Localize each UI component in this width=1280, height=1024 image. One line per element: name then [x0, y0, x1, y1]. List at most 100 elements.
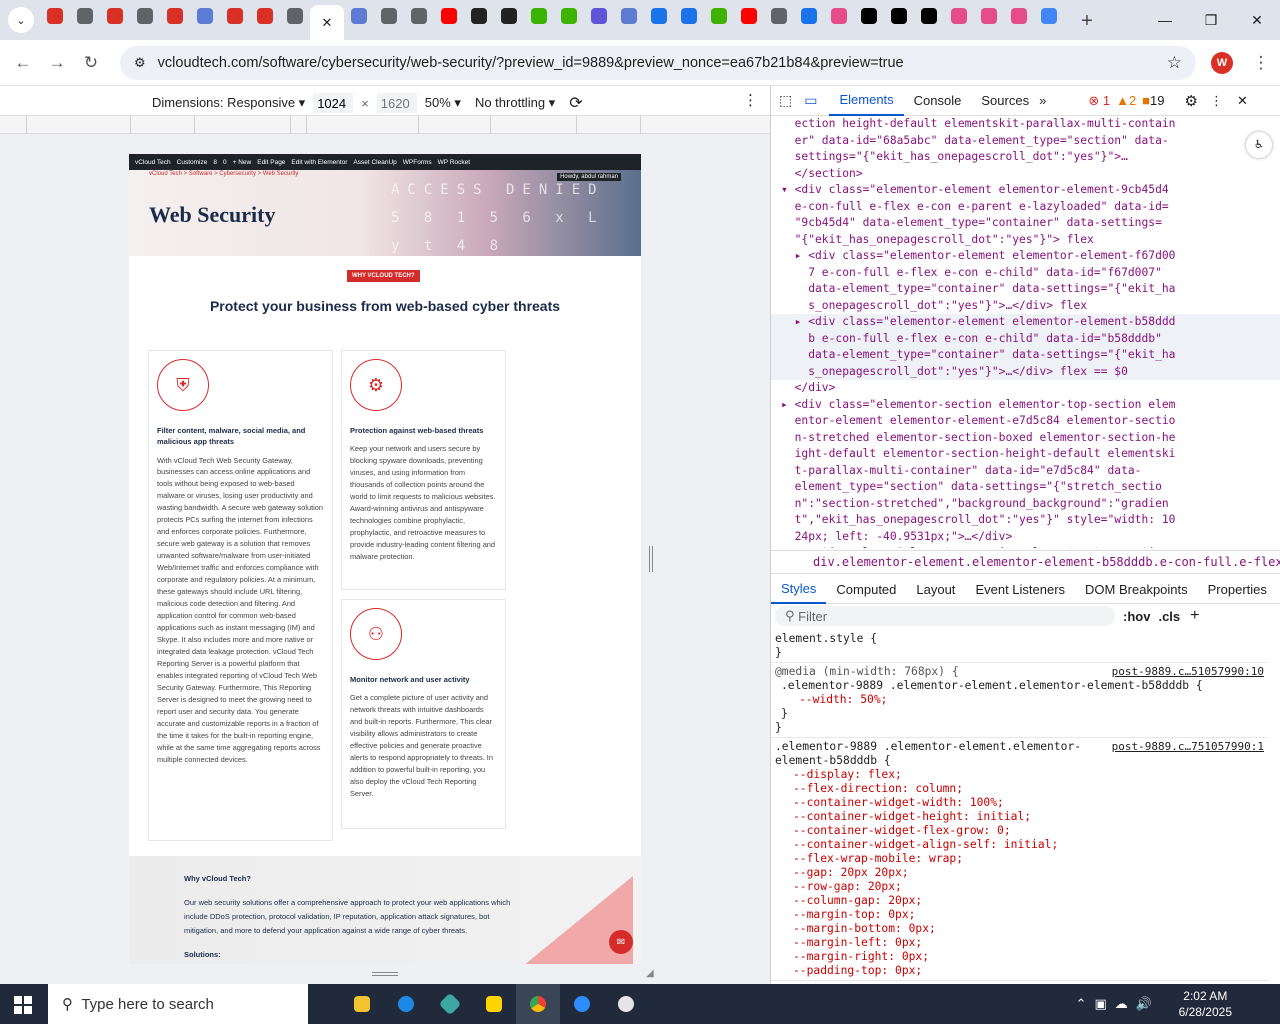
- css-property[interactable]: --container-widget-align-self: initial;: [775, 838, 1264, 852]
- css-property[interactable]: --flex-direction: column;: [775, 782, 1264, 796]
- app-icon[interactable]: [428, 984, 472, 1024]
- wp-bar-item[interactable]: vCloud Tech: [135, 159, 171, 166]
- wp-bar-item[interactable]: 8: [213, 159, 217, 166]
- page-preview[interactable]: vCloud Tech Customize 8 0 + New Edit Page Edit…: [129, 154, 641, 964]
- settings-gear-icon[interactable]: ⚙: [1185, 92, 1198, 110]
- dom-node-line[interactable]: 7 e-con-full e-flex e-con e-child" data-…: [771, 265, 1280, 282]
- device-more-icon[interactable]: ⋮: [743, 91, 758, 109]
- browser-tab[interactable]: [220, 1, 250, 31]
- css-property[interactable]: --flex-wrap-mobile: wrap;: [775, 852, 1264, 866]
- browser-tab[interactable]: [794, 1, 824, 31]
- tab-console[interactable]: Console: [904, 86, 972, 116]
- taskbar-search[interactable]: ⚲ Type here to search: [48, 984, 308, 1024]
- howdy-user[interactable]: Howdy, abdul rahman: [557, 173, 621, 181]
- browser-tab[interactable]: [614, 1, 644, 31]
- wp-bar-item[interactable]: Edit Page: [257, 159, 285, 166]
- css-property[interactable]: --padding-top: 0px;: [775, 964, 1264, 978]
- dom-node-line[interactable]: ▸ <div class="elementor-element elemento…: [771, 314, 1280, 331]
- close-devtools-icon[interactable]: ✕: [1237, 93, 1248, 109]
- dom-node-line[interactable]: "{"ekit_has_onepagescroll_dot":"yes"}"> …: [771, 232, 1280, 249]
- tray-icons[interactable]: ⌃▣☁🔊: [1076, 996, 1160, 1012]
- browser-tab[interactable]: [524, 1, 554, 31]
- browser-tab[interactable]: [974, 1, 1004, 31]
- browser-tab[interactable]: [344, 1, 374, 31]
- system-clock[interactable]: 2:02 AM 6/28/2025: [1179, 988, 1232, 1020]
- wp-bar-item[interactable]: 0: [223, 159, 227, 166]
- dom-node-line[interactable]: e-con-full e-flex e-con e-parent e-lazyl…: [771, 199, 1280, 216]
- more-tabs-icon[interactable]: »: [1039, 93, 1046, 108]
- styles-pane[interactable]: element.style { } post-9889.c…51057990:1…: [771, 630, 1268, 984]
- dom-node-line[interactable]: ▾ <div class="elementor-element elemento…: [771, 182, 1280, 199]
- address-bar[interactable]: ⚙ vcloudtech.com/software/cybersecurity/…: [120, 46, 1196, 80]
- css-property[interactable]: --container-widget-width: 100%;: [775, 796, 1264, 810]
- reload-button[interactable]: ↻: [74, 46, 108, 80]
- browser-tab[interactable]: [584, 1, 614, 31]
- styles-subtab[interactable]: DOM Breakpoints: [1075, 576, 1198, 604]
- styles-subtab[interactable]: Layout: [906, 576, 965, 604]
- browser-tab[interactable]: [494, 1, 524, 31]
- browser-menu-icon[interactable]: ⋮: [1244, 46, 1278, 80]
- tab-elements[interactable]: Elements: [829, 86, 904, 116]
- wp-bar-item[interactable]: WP Rocket: [438, 159, 470, 166]
- tab-search-button[interactable]: ⌄: [8, 7, 34, 33]
- viewport-width-input[interactable]: [313, 93, 354, 113]
- dom-node-line[interactable]: n-stretched elementor-section-boxed elem…: [771, 430, 1280, 447]
- dom-node-line[interactable]: </section>: [771, 166, 1280, 183]
- dom-node-line[interactable]: entor-element elementor-element-e7d5c84 …: [771, 413, 1280, 430]
- browser-tab[interactable]: [884, 1, 914, 31]
- zoom-icon[interactable]: [560, 984, 604, 1024]
- css-property[interactable]: --row-gap: 20px;: [775, 880, 1264, 894]
- css-property[interactable]: --margin-left: 0px;: [775, 936, 1264, 950]
- styles-subtab[interactable]: Properties: [1198, 576, 1277, 604]
- zoom-select[interactable]: 50% ▾: [425, 95, 461, 111]
- bookmark-star-icon[interactable]: ☆: [1167, 53, 1182, 73]
- browser-tab[interactable]: [190, 1, 220, 31]
- dom-node-line[interactable]: element_type="section" data-settings="{"…: [771, 479, 1280, 496]
- browser-tab[interactable]: [404, 1, 434, 31]
- browser-tab[interactable]: [764, 1, 794, 31]
- browser-tab[interactable]: [280, 1, 310, 31]
- dom-node-line[interactable]: s_onepagescroll_dot":"yes"}">…</div> fle…: [771, 363, 1280, 380]
- close-window-button[interactable]: ✕: [1234, 0, 1280, 40]
- rule-source-link[interactable]: post-9889.c…51057990:10: [1112, 665, 1264, 679]
- inspect-icon[interactable]: ⬚: [779, 92, 792, 109]
- resize-handle-bottom[interactable]: [372, 972, 398, 976]
- snipping-tool-icon[interactable]: [604, 984, 648, 1024]
- dom-node-line[interactable]: t-parallax-multi-container" data-id="e7d…: [771, 463, 1280, 480]
- file-explorer-icon[interactable]: [340, 984, 384, 1024]
- browser-tab[interactable]: [854, 1, 884, 31]
- browser-tab[interactable]: ✕: [310, 5, 344, 41]
- tab-sources[interactable]: Sources: [971, 86, 1039, 116]
- wp-bar-item[interactable]: Customize: [177, 159, 208, 166]
- dimensions-select[interactable]: Dimensions: Responsive ▾: [152, 95, 305, 111]
- browser-tab[interactable]: [434, 1, 464, 31]
- styles-subtab[interactable]: Event Listeners: [965, 576, 1075, 604]
- browser-tab[interactable]: [944, 1, 974, 31]
- add-rule-icon[interactable]: +: [1190, 607, 1199, 625]
- browser-tab[interactable]: [40, 1, 70, 31]
- css-property[interactable]: --gap: 20px 20px;: [775, 866, 1264, 880]
- browser-tab[interactable]: [824, 1, 854, 31]
- browser-tab[interactable]: [70, 1, 100, 31]
- browser-tab[interactable]: [644, 1, 674, 31]
- accessibility-icon[interactable]: ♿: [1246, 132, 1272, 158]
- site-info-icon[interactable]: ⚙: [134, 55, 146, 71]
- browser-tab[interactable]: [1004, 1, 1034, 31]
- dom-node-line[interactable]: ▸ <section class="elementor-section elem…: [771, 545, 1280, 548]
- styles-subtab[interactable]: Styles: [771, 576, 827, 604]
- issue-count[interactable]: ■19: [1142, 93, 1164, 108]
- css-property[interactable]: --margin-right: 0px;: [775, 950, 1264, 964]
- device-toggle-icon[interactable]: ▭: [804, 92, 817, 109]
- dom-node-line[interactable]: </div>: [771, 380, 1280, 397]
- dom-node-line[interactable]: 24px; left: -40.9531px;">…</div>: [771, 529, 1280, 546]
- start-button[interactable]: [14, 996, 32, 1014]
- wp-bar-item[interactable]: + New: [233, 159, 252, 166]
- rotate-icon[interactable]: ⟳: [569, 93, 582, 113]
- url-text[interactable]: vcloudtech.com/software/cybersecurity/we…: [158, 55, 904, 71]
- browser-tab[interactable]: [464, 1, 494, 31]
- selector-rule[interactable]: post-9889.c…751057990:1 .elementor-9889 …: [771, 738, 1268, 981]
- chrome-icon[interactable]: [516, 984, 560, 1024]
- resize-handle-corner[interactable]: ◢: [646, 968, 654, 979]
- dom-breadcrumb[interactable]: div.elementor-element.elementor-element-…: [771, 550, 1280, 574]
- cls-toggle[interactable]: .cls: [1158, 609, 1180, 624]
